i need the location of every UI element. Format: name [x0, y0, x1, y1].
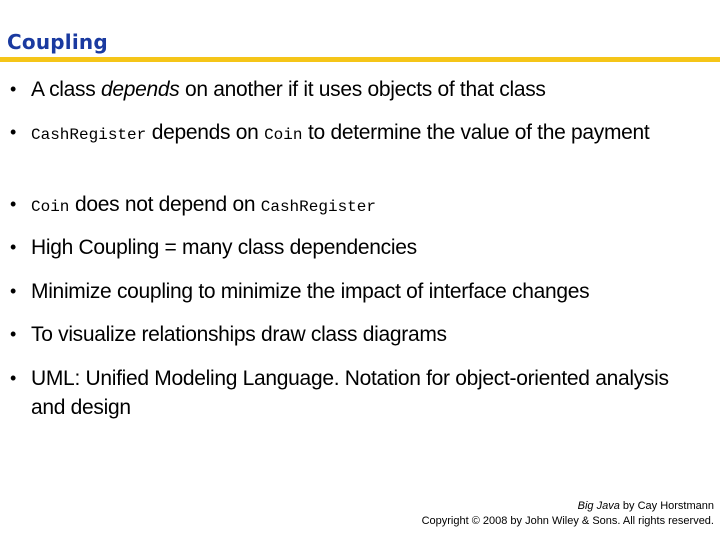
- bullet-text: Minimize coupling to minimize the impact…: [31, 280, 590, 303]
- text-run: to determine the value of the payment: [302, 121, 650, 144]
- bullet-item: • Minimize coupling to minimize the impa…: [10, 277, 700, 306]
- code-run: Coin: [264, 126, 303, 144]
- bullet-item: • To visualize relationships draw class …: [10, 320, 700, 349]
- title-underline-rule: [0, 57, 720, 62]
- bullet-dot-icon: •: [10, 122, 17, 142]
- copyright-line: Copyright © 2008 by John Wiley & Sons. A…: [421, 515, 714, 527]
- bullet-item: • Coin does not depend on CashRegister: [10, 190, 700, 222]
- slide: Coupling • A class depends on another if…: [0, 0, 720, 540]
- bullet-item: • CashRegister depends on Coin to determ…: [10, 118, 700, 150]
- bullet-dot-icon: •: [10, 79, 17, 99]
- bullet-dot-icon: •: [10, 368, 17, 388]
- emphasis-run: depends: [100, 78, 180, 101]
- bullet-dot-icon: •: [10, 194, 17, 214]
- bullet-dot-icon: •: [10, 324, 17, 344]
- code-run: CashRegister: [31, 126, 147, 144]
- text-run: depends on: [146, 121, 265, 144]
- bullet-text: Coin does not depend on CashRegister: [31, 190, 700, 222]
- bullet-text: A class depends on another if it uses ob…: [31, 75, 700, 104]
- text-run: on another if it uses objects of that cl…: [179, 78, 546, 101]
- bullet-item: • UML: Unified Modeling Language. Notati…: [10, 364, 700, 422]
- text-run: does not depend on: [69, 193, 261, 216]
- book-title: Big Java: [577, 500, 620, 512]
- copyright-footer: Big Java by Cay Horstmann Copyright © 20…: [422, 499, 714, 529]
- bullet-item: • A class depends on another if it uses …: [10, 75, 700, 104]
- slide-title: Coupling: [7, 30, 108, 54]
- bullet-item: • High Coupling = many class dependencie…: [10, 233, 700, 262]
- text-run: A class: [31, 78, 101, 101]
- bullet-text: High Coupling = many class dependencies: [31, 236, 417, 259]
- bullet-text: CashRegister depends on Coin to determin…: [31, 118, 700, 150]
- bullet-dot-icon: •: [10, 237, 17, 257]
- book-credit: Big Java by Cay Horstmann: [422, 499, 714, 514]
- code-run: Coin: [31, 198, 70, 216]
- bullet-text: To visualize relationships draw class di…: [31, 323, 447, 346]
- bullet-dot-icon: •: [10, 281, 17, 301]
- author-line: by Cay Horstmann: [619, 500, 714, 512]
- code-run: CashRegister: [260, 198, 376, 216]
- bullet-text: UML: Unified Modeling Language. Notation…: [31, 367, 669, 419]
